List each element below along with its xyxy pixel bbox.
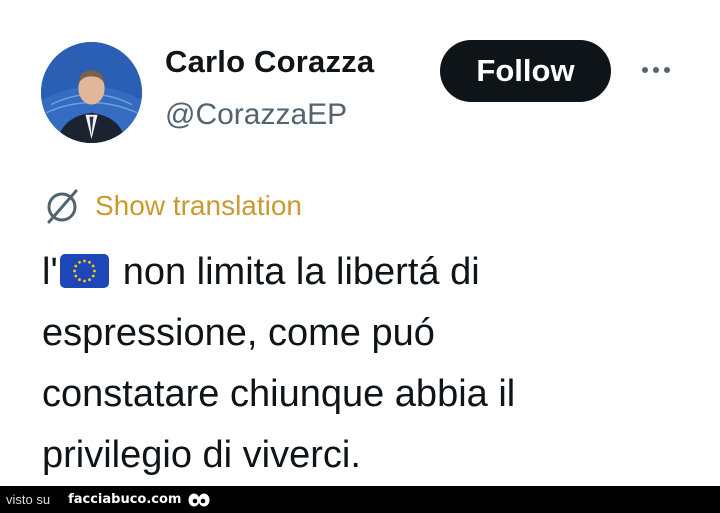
more-options-button[interactable]	[634, 55, 678, 85]
globe-slash-icon	[47, 189, 78, 224]
more-horizontal-icon-dot	[664, 67, 670, 73]
more-horizontal-icon	[642, 67, 648, 73]
tweet-line: l' non limita la libertá di	[42, 242, 682, 303]
tweet-line: constatare chiunque abbia il	[42, 373, 516, 415]
follow-button[interactable]: Follow	[440, 40, 611, 102]
show-translation-link[interactable]: Show translation	[95, 190, 302, 222]
more-horizontal-icon-dot	[653, 67, 659, 73]
tweet-line-text: non limita la libertá di	[122, 251, 480, 293]
tweet-line: espressione, come puó	[42, 312, 435, 354]
watermark-bar: visto su facciabuco.com	[0, 486, 720, 513]
watermark-site: facciabuco.com	[68, 492, 182, 507]
eyes-logo-icon	[188, 493, 210, 506]
eu-flag-icon	[59, 254, 109, 288]
tweet-text: l' non limita la libertá di espressione,…	[42, 242, 682, 486]
tweet-line-prefix: l'	[42, 251, 58, 293]
watermark-prefix: visto su	[6, 492, 51, 507]
tweet-line: privilegio di viverci.	[42, 434, 361, 476]
user-handle[interactable]: @CorazzaEP	[165, 98, 347, 132]
display-name[interactable]: Carlo Corazza	[165, 44, 374, 80]
avatar[interactable]	[41, 42, 142, 143]
